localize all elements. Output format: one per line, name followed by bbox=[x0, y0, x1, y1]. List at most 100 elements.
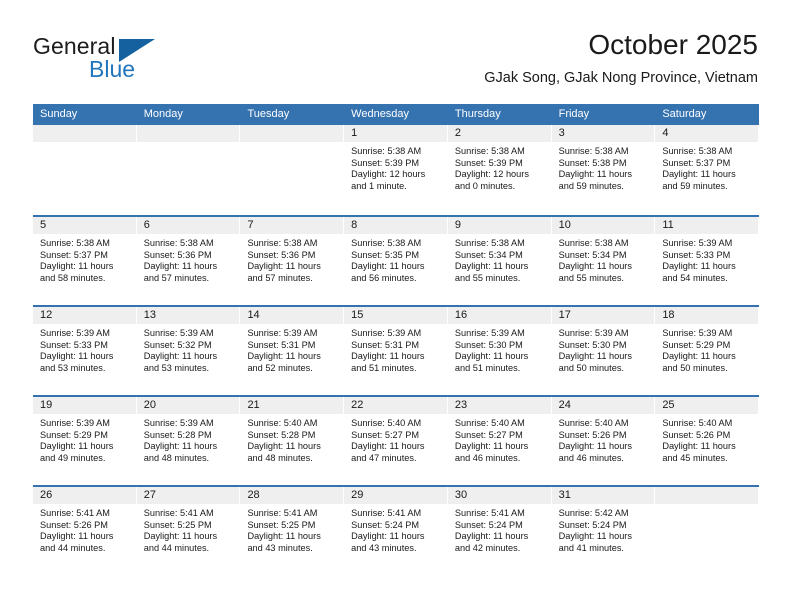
daylight-text-line1: Daylight: 11 hours bbox=[662, 261, 736, 272]
daylight-text-line2: and 57 minutes. bbox=[143, 272, 210, 283]
general-blue-logo[interactable]: General Blue bbox=[33, 33, 163, 83]
day-cell[interactable]: 28 Sunrise: 5:41 AM Sunset: 5:25 PM Dayligh… bbox=[240, 487, 345, 575]
sunset-text: Sunset: 5:31 PM bbox=[247, 339, 316, 350]
day-cell[interactable]: 16 Sunrise: 5:39 AM Sunset: 5:30 PM Dayligh… bbox=[447, 307, 552, 395]
day-number: 8 bbox=[344, 217, 448, 234]
day-cell[interactable]: 27 Sunrise: 5:41 AM Sunset: 5:25 PM Dayligh… bbox=[136, 487, 241, 575]
sunset-text: Sunset: 5:33 PM bbox=[40, 339, 108, 350]
sunrise-text: Sunrise: 5:41 AM bbox=[143, 508, 214, 518]
calendar-week-row: 1 Sunrise: 5:38 AM Sunset: 5:39 PM Daylight… bbox=[33, 125, 760, 215]
sunset-text: Sunset: 5:39 PM bbox=[351, 157, 420, 168]
sunrise-text: Sunrise: 5:38 AM bbox=[143, 238, 214, 248]
sunrise-text: Sunrise: 5:39 AM bbox=[40, 328, 110, 338]
sunrise-text: Sunrise: 5:38 AM bbox=[558, 238, 629, 248]
day-cell[interactable]: 2 Sunrise: 5:38 AM Sunset: 5:39 PM Daylight… bbox=[447, 125, 552, 215]
sunset-text: Sunset: 5:27 PM bbox=[351, 429, 420, 440]
sunset-text: Sunset: 5:37 PM bbox=[40, 249, 108, 260]
day-number: 6 bbox=[136, 217, 241, 234]
day-cell[interactable]: 13 Sunrise: 5:39 AM Sunset: 5:32 PM Dayligh… bbox=[136, 307, 241, 395]
day-cell[interactable]: 15 Sunrise: 5:39 AM Sunset: 5:31 PM Dayligh… bbox=[344, 307, 448, 395]
page-title: October 2025 bbox=[588, 29, 758, 60]
day-cell[interactable]: 21 Sunrise: 5:40 AM Sunset: 5:28 PM Dayligh… bbox=[240, 397, 345, 485]
day-cell[interactable]: 5 Sunrise: 5:38 AM Sunset: 5:37 PM Daylight… bbox=[33, 217, 137, 305]
day-details: Sunrise: 5:38 AM Sunset: 5:37 PM Daylight:… bbox=[33, 234, 137, 284]
day-number bbox=[655, 487, 760, 504]
day-cell[interactable]: 20 Sunrise: 5:39 AM Sunset: 5:28 PM Dayligh… bbox=[136, 397, 241, 485]
day-details: Sunrise: 5:41 AM Sunset: 5:24 PM Daylight:… bbox=[344, 504, 448, 554]
weekday-thursday: Thursday bbox=[454, 108, 501, 120]
sunset-text: Sunset: 5:29 PM bbox=[662, 339, 731, 350]
daylight-text-line2: and 47 minutes. bbox=[351, 452, 417, 463]
daylight-text-line1: Daylight: 11 hours bbox=[143, 261, 218, 272]
sunset-text: Sunset: 5:25 PM bbox=[143, 519, 212, 530]
daylight-text-line2: and 53 minutes. bbox=[40, 362, 106, 373]
day-cell[interactable]: 23 Sunrise: 5:40 AM Sunset: 5:27 PM Dayligh… bbox=[447, 397, 552, 485]
day-cell[interactable]: 22 Sunrise: 5:40 AM Sunset: 5:27 PM Dayligh… bbox=[344, 397, 448, 485]
day-details: Sunrise: 5:39 AM Sunset: 5:29 PM Daylight:… bbox=[33, 414, 137, 464]
day-number: 19 bbox=[33, 397, 137, 414]
sunrise-text: Sunrise: 5:41 AM bbox=[454, 508, 525, 518]
day-number: 4 bbox=[655, 125, 760, 142]
day-cell[interactable]: 8 Sunrise: 5:38 AM Sunset: 5:35 PM Daylight… bbox=[344, 217, 448, 305]
daylight-text-line1: Daylight: 11 hours bbox=[558, 351, 632, 362]
daylight-text-line2: and 57 minutes. bbox=[247, 272, 313, 283]
day-cell[interactable]: 6 Sunrise: 5:38 AM Sunset: 5:36 PM Daylight… bbox=[136, 217, 241, 305]
day-cell[interactable]: 30 Sunrise: 5:41 AM Sunset: 5:24 PM Dayligh… bbox=[447, 487, 552, 575]
day-cell[interactable]: 19 Sunrise: 5:39 AM Sunset: 5:29 PM Dayligh… bbox=[33, 397, 137, 485]
day-details: Sunrise: 5:38 AM Sunset: 5:38 PM Daylight:… bbox=[552, 142, 656, 192]
day-cell[interactable]: 29 Sunrise: 5:41 AM Sunset: 5:24 PM Dayligh… bbox=[344, 487, 448, 575]
day-cell[interactable]: 7 Sunrise: 5:38 AM Sunset: 5:36 PM Daylight… bbox=[240, 217, 345, 305]
weekday-monday: Monday bbox=[143, 108, 183, 120]
daylight-text-line1: Daylight: 11 hours bbox=[40, 531, 114, 542]
day-cell[interactable]: 12 Sunrise: 5:39 AM Sunset: 5:33 PM Dayligh… bbox=[33, 307, 137, 395]
day-number: 12 bbox=[33, 307, 137, 324]
sunrise-text: Sunrise: 5:39 AM bbox=[247, 328, 318, 338]
day-cell[interactable]: 26 Sunrise: 5:41 AM Sunset: 5:26 PM Dayligh… bbox=[33, 487, 137, 575]
sunset-text: Sunset: 5:37 PM bbox=[662, 157, 731, 168]
day-cell[interactable]: 14 Sunrise: 5:39 AM Sunset: 5:31 PM Dayligh… bbox=[240, 307, 345, 395]
calendar-week-row: 19 Sunrise: 5:39 AM Sunset: 5:29 PM Dayligh… bbox=[33, 395, 760, 485]
day-cell[interactable]: 1 Sunrise: 5:38 AM Sunset: 5:39 PM Daylight… bbox=[344, 125, 448, 215]
day-cell[interactable]: 4 Sunrise: 5:38 AM Sunset: 5:37 PM Daylight… bbox=[655, 125, 760, 215]
day-details: Sunrise: 5:42 AM Sunset: 5:24 PM Daylight:… bbox=[552, 504, 656, 554]
weekday-wednesday: Wednesday bbox=[351, 108, 410, 120]
day-cell[interactable]: 18 Sunrise: 5:39 AM Sunset: 5:29 PM Dayligh… bbox=[655, 307, 760, 395]
day-number: 20 bbox=[136, 397, 241, 414]
day-cell[interactable]: 9 Sunrise: 5:38 AM Sunset: 5:34 PM Daylight… bbox=[447, 217, 552, 305]
day-details: Sunrise: 5:39 AM Sunset: 5:31 PM Daylight:… bbox=[344, 324, 448, 374]
sunrise-text: Sunrise: 5:38 AM bbox=[454, 146, 525, 156]
sunset-text: Sunset: 5:36 PM bbox=[247, 249, 316, 260]
daylight-text-line2: and 52 minutes. bbox=[247, 362, 313, 373]
day-number: 31 bbox=[551, 487, 656, 504]
calendar-week-row: 26 Sunrise: 5:41 AM Sunset: 5:26 PM Dayligh… bbox=[33, 485, 760, 575]
sunrise-text: Sunrise: 5:38 AM bbox=[351, 146, 422, 156]
sunset-text: Sunset: 5:28 PM bbox=[143, 429, 212, 440]
day-cell[interactable]: 24 Sunrise: 5:40 AM Sunset: 5:26 PM Dayligh… bbox=[551, 397, 656, 485]
day-details: Sunrise: 5:39 AM Sunset: 5:31 PM Daylight:… bbox=[240, 324, 344, 374]
day-cell[interactable]: 10 Sunrise: 5:38 AM Sunset: 5:34 PM Dayligh… bbox=[551, 217, 656, 305]
day-number: 29 bbox=[344, 487, 448, 504]
daylight-text-line1: Daylight: 11 hours bbox=[351, 351, 425, 362]
day-cell[interactable]: 17 Sunrise: 5:39 AM Sunset: 5:30 PM Dayligh… bbox=[551, 307, 656, 395]
day-cell[interactable]: 31 Sunrise: 5:42 AM Sunset: 5:24 PM Dayligh… bbox=[551, 487, 656, 575]
daylight-text-line1: Daylight: 11 hours bbox=[662, 441, 736, 452]
day-cell[interactable]: 3 Sunrise: 5:38 AM Sunset: 5:38 PM Daylight… bbox=[551, 125, 656, 215]
daylight-text-line1: Daylight: 11 hours bbox=[143, 351, 218, 362]
daylight-text-line2: and 49 minutes. bbox=[40, 452, 106, 463]
weekday-friday: Friday bbox=[558, 108, 590, 120]
day-number: 7 bbox=[240, 217, 345, 234]
day-details: Sunrise: 5:41 AM Sunset: 5:24 PM Daylight:… bbox=[448, 504, 552, 554]
day-cell[interactable]: 25 Sunrise: 5:40 AM Sunset: 5:26 PM Dayligh… bbox=[655, 397, 760, 485]
day-details: Sunrise: 5:38 AM Sunset: 5:36 PM Daylight:… bbox=[240, 234, 344, 284]
weekday-header-row: Sunday Monday Tuesday Wednesday Thursday… bbox=[33, 104, 759, 125]
day-cell[interactable]: 11 Sunrise: 5:39 AM Sunset: 5:33 PM Dayligh… bbox=[655, 217, 760, 305]
day-number: 13 bbox=[136, 307, 241, 324]
daylight-text-line1: Daylight: 11 hours bbox=[351, 531, 425, 542]
daylight-text-line2: and 44 minutes. bbox=[40, 542, 106, 553]
calendar-week-row: 12 Sunrise: 5:39 AM Sunset: 5:33 PM Dayligh… bbox=[33, 305, 760, 395]
weekday-tuesday: Tuesday bbox=[247, 108, 290, 120]
sunrise-text: Sunrise: 5:38 AM bbox=[558, 146, 629, 156]
daylight-text-line2: and 54 minutes. bbox=[662, 272, 728, 283]
sunset-text: Sunset: 5:31 PM bbox=[351, 339, 420, 350]
daylight-text-line2: and 46 minutes. bbox=[454, 452, 521, 463]
